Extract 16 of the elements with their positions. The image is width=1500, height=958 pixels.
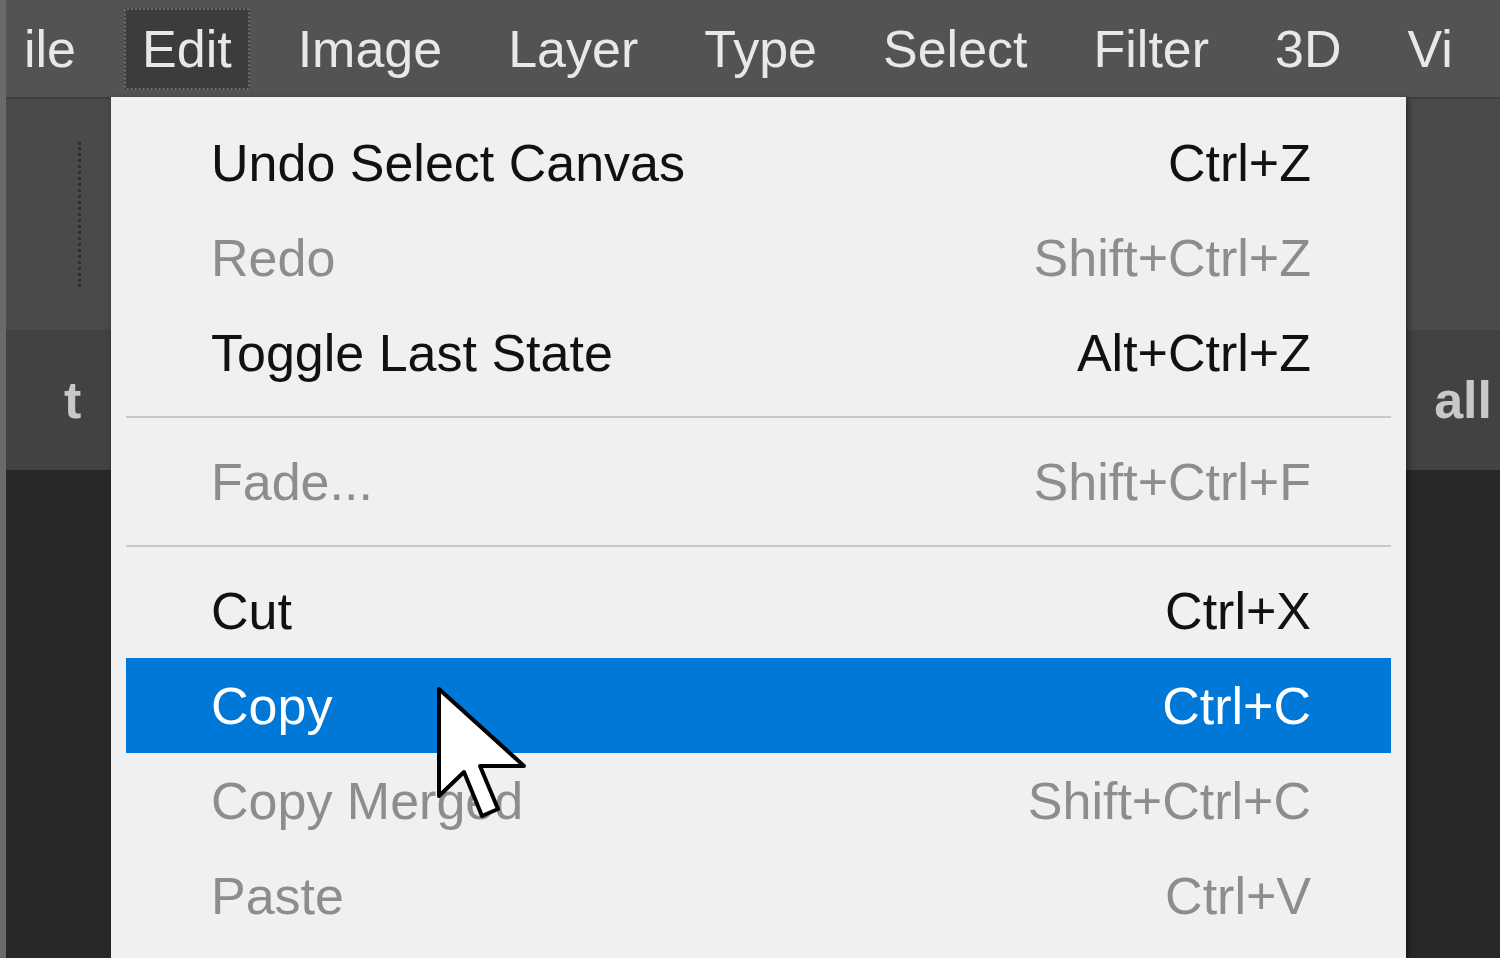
menu-title[interactable]: Select: [865, 7, 1046, 90]
menu-item[interactable]: Copy Ctrl+C: [126, 658, 1391, 753]
menu-title[interactable]: Type: [686, 7, 835, 90]
menu-title[interactable]: ile: [6, 7, 95, 90]
document-tab-text: t: [64, 370, 82, 430]
menu-title[interactable]: Filter: [1075, 7, 1228, 90]
menu-title[interactable]: Layer: [490, 7, 657, 90]
menu-title[interactable]: Vi: [1389, 7, 1471, 90]
menu-title[interactable]: Edit: [124, 7, 250, 90]
menu-item[interactable]: Cut Ctrl+X: [126, 563, 1391, 658]
menu-title[interactable]: Image: [279, 7, 461, 90]
document-tab-text: all: [1434, 370, 1492, 430]
menu-title[interactable]: 3D: [1257, 7, 1360, 90]
menu-item[interactable]: Toggle Last State Alt+Ctrl+Z: [126, 305, 1391, 400]
menu-item[interactable]: Undo Select Canvas Ctrl+Z: [126, 115, 1391, 210]
toolbar-grip[interactable]: [78, 142, 84, 287]
